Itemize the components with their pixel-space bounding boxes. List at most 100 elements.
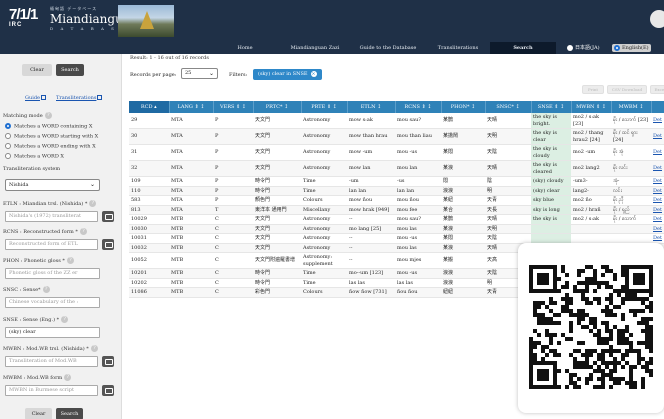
table-cell: Astronomy [301, 128, 347, 145]
column-header[interactable]: PRTC* ↕ [253, 101, 302, 113]
nav-miandianguan-zazi[interactable]: Miandianguan Zazi [282, 42, 348, 54]
table-cell [571, 224, 611, 234]
nav-transliterations[interactable]: Transliterations [428, 42, 488, 54]
column-header[interactable]: MWBM ↕ [611, 101, 652, 113]
etln-input[interactable]: Nishida's (1972) transliterat [5, 211, 98, 222]
irc-logo[interactable]: 7/1/1 IRC [9, 7, 38, 28]
detail-link[interactable]: Det [653, 197, 662, 203]
table-row[interactable]: 30 MTA P 天文門 Astronomy mow than hrau mou than … [129, 128, 664, 145]
transliterations-link[interactable]: Transliterations [56, 95, 103, 101]
help-icon[interactable]: ? [79, 228, 87, 235]
table-row[interactable]: 10030 MTB C 天文門 Astronomy mo lang [25] mou las… [129, 224, 664, 234]
avatar[interactable] [650, 10, 664, 28]
column-header[interactable]: RCNS ⇕ ↕ [395, 101, 442, 113]
close-icon[interactable]: × [310, 71, 317, 77]
help-icon[interactable]: ? [42, 286, 50, 293]
column-header[interactable] [651, 101, 664, 113]
snse-label: SNSE : Sense (Eng.) *? [3, 316, 69, 323]
column-header[interactable]: MWBN ⇕ ↕ [571, 101, 612, 113]
column-header[interactable]: ETLN ↕ [347, 101, 396, 113]
table-row[interactable]: 583 MTA P 顏色門 Colours mow ñou mou ñou 某紐 天青 sky b… [129, 195, 664, 206]
column-header[interactable]: LANG ⇕ ↕ [169, 101, 214, 113]
detail-link[interactable]: Det [653, 216, 662, 222]
table-cell: mou las [395, 224, 441, 234]
nav-home[interactable]: Home [228, 42, 262, 54]
detail-link[interactable]: Det [653, 165, 662, 171]
table-cell: 天文門 [253, 113, 301, 129]
column-header[interactable]: SNSC* ↕ [485, 101, 532, 113]
mwbm-input[interactable]: MWBN in Burmese script [5, 385, 98, 396]
clear-button[interactable]: Clear [22, 64, 52, 76]
table-cell: mo2 / s:ak [571, 214, 611, 225]
detail-link[interactable]: Det [653, 188, 662, 194]
snse-input[interactable]: (sky) clear [5, 327, 100, 338]
table-cell: 10030 [129, 224, 169, 234]
keyboard-icon[interactable] [102, 239, 114, 250]
column-header[interactable]: PHON* ↕ [441, 101, 486, 113]
table-cell: MTA [169, 205, 213, 215]
table-cell: Astronomy [301, 144, 347, 161]
csv-download-button[interactable]: CSV Download [607, 85, 647, 94]
table-cell: 時令門 [253, 186, 301, 196]
detail-link[interactable]: Det [653, 133, 662, 139]
table-row[interactable]: 109 MTA P 時令門 Time -um -us 悶陰 (sky) cloudy -um3- အ… [129, 176, 664, 187]
matching-option-ending[interactable]: Matches a WORD ending with X [5, 143, 96, 150]
detail-link[interactable]: Det [653, 226, 662, 232]
detail-link[interactable]: Det [653, 235, 662, 241]
lang-ja-label: 日本語(JA) [575, 45, 600, 51]
print-button[interactable]: Print [582, 85, 604, 94]
excel-button[interactable]: Excel [650, 85, 664, 94]
search-button[interactable]: Search [56, 64, 84, 76]
help-icon[interactable]: ? [61, 316, 69, 323]
nav-guide[interactable]: Guide to the Database [352, 42, 424, 54]
table-cell: 天陰 [485, 144, 531, 161]
help-icon[interactable]: ? [66, 257, 74, 264]
table-row[interactable]: 32 MTA P 天文門 Astronomy mow lan mou lan 某浪 天晴 the … [129, 160, 664, 177]
keyboard-icon[interactable] [102, 356, 114, 367]
table-row[interactable]: 31 MTA P 天文門 Astronomy mow -um mou -us 某悶 天陰 the … [129, 144, 664, 161]
search-button-bottom[interactable]: Search [56, 408, 83, 419]
lang-en-radio[interactable]: English(E) [612, 44, 651, 52]
table-row[interactable]: 10029 MTB C 天文門 Astronomy -- mou sau? 某鵲 天晴 the s… [129, 214, 664, 225]
detail-link[interactable]: Det [653, 149, 662, 155]
keyboard-icon[interactable] [102, 211, 114, 222]
filter-chip[interactable]: (sky) clear in SNSE × [253, 69, 322, 80]
guide-link[interactable]: Guide [25, 95, 46, 101]
mwbm-label: MWBM : Mod.WB form? [3, 374, 72, 381]
help-icon[interactable]: ? [44, 112, 52, 119]
detail-link[interactable]: Det [653, 207, 662, 213]
column-header[interactable]: VERS ⇕ ↕ [213, 101, 254, 113]
help-icon[interactable]: ? [90, 345, 98, 352]
column-header[interactable]: SNSE ⇕ ↕ [531, 101, 572, 113]
records-per-page-select[interactable]: 25 ⌄ [181, 68, 218, 79]
table-row[interactable]: 110 MTA P 時令門 Time lan lan lan lan 浪浪明 (sky) cle… [129, 186, 664, 196]
matching-option-exact[interactable]: Matches a WORD X [5, 153, 64, 160]
rcns-input[interactable]: Reconstructed form of ETL [5, 239, 98, 250]
table-row[interactable]: 813 MTA T 東洋本 通用門 Miscellany mow hrak [949] mo… [129, 205, 664, 215]
phon-input[interactable]: Phonetic gloss of the ZZ er [5, 268, 100, 279]
translit-system-select[interactable]: Nishida ⌄ [5, 179, 100, 191]
column-header[interactable]: PRTE ⇕ ↕ [301, 101, 348, 113]
table-cell: mo2 ño [571, 195, 611, 206]
table-row[interactable]: 10031 MTB C 天文門 Astronomy -- mou -us 某悶 天陰 Det [129, 233, 664, 244]
detail-link[interactable]: Det [653, 117, 662, 123]
table-cell: mow ñou [347, 195, 395, 206]
matching-option-containing[interactable]: Matches a WORD containing X [5, 123, 92, 130]
mwbn-input[interactable]: Transliteration of Mod.WB [5, 356, 98, 367]
nav-search[interactable]: Search [490, 42, 556, 54]
snsc-input[interactable]: Chinese vocabulary of the : [5, 297, 100, 308]
column-header[interactable]: RCD ▴ [129, 101, 170, 113]
keyboard-icon[interactable] [102, 385, 114, 396]
help-icon[interactable]: ? [64, 374, 72, 381]
help-icon[interactable]: ? [89, 200, 97, 207]
table-cell: mou -us [395, 268, 441, 279]
clear-button-bottom[interactable]: Clear [25, 408, 52, 419]
rpp-value: 25 [185, 70, 192, 76]
table-cell: mow -um [347, 144, 395, 161]
detail-link[interactable]: Det [653, 178, 662, 184]
table-cell: Astronomy [301, 233, 347, 244]
matching-option-starting[interactable]: Matches a WORD starting with X [5, 133, 98, 140]
lang-ja-radio[interactable]: 日本語(JA) [567, 44, 600, 52]
table-row[interactable]: 29 MTA P 天文門 Astronomy mow s:ak mou sau? 某鵲 天晴 th… [129, 113, 664, 129]
table-cell: mo2 lang2 [571, 160, 611, 177]
